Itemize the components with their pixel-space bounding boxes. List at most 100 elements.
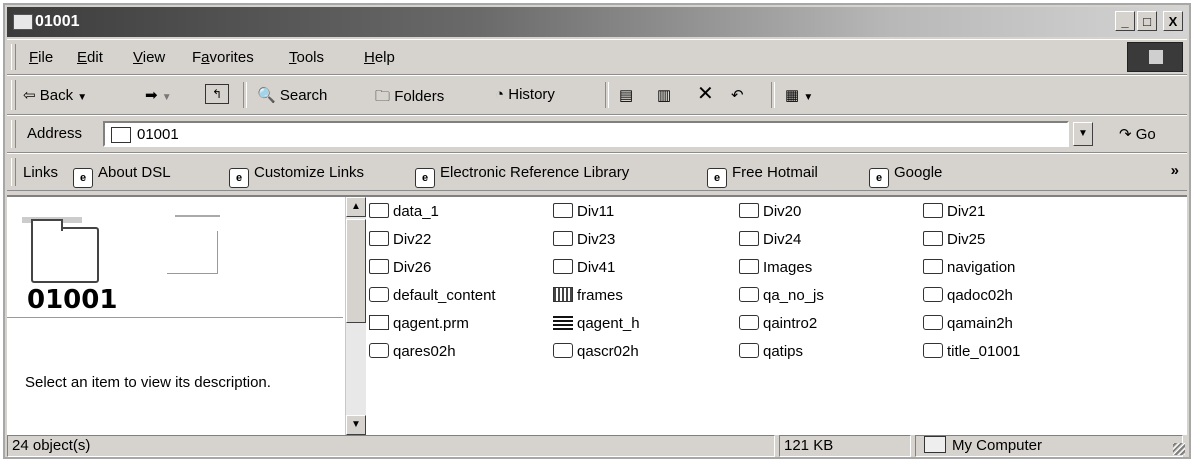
address-input[interactable]: 01001: [103, 121, 1069, 147]
file-item[interactable]: Div41: [553, 259, 615, 276]
web-view-pane: 01001 Select an item to view its descrip…: [7, 197, 343, 435]
file-item[interactable]: qares02h: [369, 343, 456, 360]
link-electronic-reference-library[interactable]: e Electronic Reference Library: [415, 164, 629, 188]
forward-dropdown-icon[interactable]: ▼: [162, 92, 172, 103]
link-free-hotmail[interactable]: e Free Hotmail: [707, 164, 818, 188]
file-item[interactable]: Images: [739, 259, 812, 276]
file-item[interactable]: default_content: [369, 287, 496, 304]
resize-grip[interactable]: [1173, 443, 1185, 455]
file-item[interactable]: qadoc02h: [923, 287, 1013, 304]
file-name: Div41: [577, 259, 616, 276]
link-customize-links[interactable]: e Customize Links: [229, 164, 364, 188]
search-button[interactable]: 🔍 Search: [257, 86, 327, 104]
go-button[interactable]: ↷ Go: [1119, 125, 1156, 143]
menu-favorites[interactable]: Favorites: [192, 49, 254, 66]
file-item[interactable]: qaintro2: [739, 315, 817, 332]
links-overflow-chevron-icon[interactable]: »: [1171, 162, 1179, 179]
search-icon: 🔍: [257, 87, 276, 104]
frames-document-icon: [553, 287, 573, 302]
file-item[interactable]: data_1: [369, 203, 439, 220]
file-item[interactable]: Div24: [739, 231, 801, 248]
ie-page-icon: e: [229, 168, 249, 188]
toolbar-separator: [605, 82, 609, 108]
views-button[interactable]: ▦ ▼: [785, 86, 813, 104]
folder-banner: 01001: [7, 197, 343, 318]
minimize-button[interactable]: _: [1115, 11, 1135, 31]
copy-to-button[interactable]: ▥: [657, 86, 671, 104]
file-item[interactable]: title_01001: [923, 343, 1020, 360]
file-name: qa_no_js: [763, 287, 824, 304]
scroll-thumb[interactable]: [346, 219, 366, 323]
file-item[interactable]: frames: [553, 287, 623, 304]
file-name: data_1: [393, 203, 439, 220]
file-name: title_01001: [947, 343, 1021, 360]
file-item[interactable]: qatips: [739, 343, 803, 360]
file-item[interactable]: qamain2h: [923, 315, 1013, 332]
file-item[interactable]: Div25: [923, 231, 985, 248]
file-item[interactable]: Div23: [553, 231, 615, 248]
folders-button[interactable]: 🗀 Folders: [375, 86, 444, 111]
file-item[interactable]: Div11: [553, 203, 614, 220]
menu-tools[interactable]: Tools: [289, 49, 324, 66]
folder-icon: [553, 259, 573, 274]
link-label: Electronic Reference Library: [440, 164, 630, 181]
file-name: qamain2h: [947, 315, 1013, 332]
forward-button[interactable]: ➡ ▼: [145, 86, 172, 104]
address-dropdown-button[interactable]: ▼: [1073, 122, 1093, 146]
address-value: 01001: [137, 126, 179, 143]
back-dropdown-icon[interactable]: ▼: [77, 92, 87, 103]
views-dropdown-icon[interactable]: ▼: [803, 92, 813, 103]
file-item[interactable]: qascr02h: [553, 343, 639, 360]
menu-file[interactable]: File: [29, 49, 53, 66]
history-label: History: [508, 86, 555, 103]
title-bar[interactable]: 01001 _ □ X: [7, 7, 1187, 37]
link-label: Google: [894, 164, 943, 181]
standard-toolbar: ⇦ Back ▼ ➡ ▼ ↰ 🔍 Search 🗀 Folders ◔ Hist…: [7, 75, 1187, 115]
file-item[interactable]: qa_no_js: [739, 287, 824, 304]
close-button[interactable]: X: [1163, 11, 1183, 31]
folder-icon: [923, 231, 943, 246]
links-bar: Links e About DSL e Customize Links e Elect…: [7, 153, 1187, 191]
move-to-icon: ▤: [619, 87, 634, 104]
views-icon: ▦: [785, 87, 800, 104]
file-item[interactable]: qagent_h: [553, 315, 640, 332]
scroll-up-button[interactable]: ▲: [346, 197, 366, 217]
delete-button[interactable]: ✕: [697, 84, 714, 104]
ie-page-icon: e: [415, 168, 435, 188]
menu-grip[interactable]: [11, 44, 16, 70]
move-to-button[interactable]: ▤: [619, 86, 633, 104]
history-button[interactable]: ◔ History: [495, 86, 555, 103]
up-folder-button[interactable]: ↰: [205, 84, 229, 104]
html-document-icon: [739, 343, 759, 358]
left-pane-scrollbar[interactable]: ▲ ▼: [345, 197, 366, 435]
address-label: Address: [27, 125, 83, 142]
folder-icon: [13, 14, 33, 30]
menu-edit[interactable]: Edit: [77, 49, 103, 66]
decorative-corner: [167, 231, 218, 274]
maximize-button[interactable]: □: [1137, 11, 1157, 31]
menu-view[interactable]: View: [133, 49, 165, 66]
file-item[interactable]: Div26: [369, 259, 431, 276]
undo-button[interactable]: ↶: [731, 86, 744, 104]
menu-help[interactable]: Help: [364, 49, 395, 66]
file-name: default_content: [393, 287, 496, 304]
file-item[interactable]: Div21: [923, 203, 985, 220]
link-about-dsl[interactable]: e About DSL: [73, 164, 171, 188]
link-google[interactable]: e Google: [869, 164, 942, 188]
links-label: Links: [23, 164, 59, 181]
folder-icon: [369, 231, 389, 246]
folders-label: Folders: [394, 88, 445, 105]
file-item[interactable]: qagent.prm: [369, 315, 469, 332]
file-item[interactable]: Div22: [369, 231, 431, 248]
file-name: Div24: [763, 231, 802, 248]
file-item[interactable]: Div20: [739, 203, 801, 220]
scroll-down-button[interactable]: ▼: [346, 415, 366, 435]
address-grip: [11, 120, 16, 148]
file-name: qares02h: [393, 343, 456, 360]
back-button[interactable]: ⇦ Back ▼: [23, 86, 87, 104]
go-label: Go: [1135, 126, 1156, 143]
link-label: Customize Links: [254, 164, 365, 181]
file-name: Div20: [763, 203, 802, 220]
file-item[interactable]: navigation: [923, 259, 1015, 276]
large-folder-icon: [31, 219, 99, 283]
